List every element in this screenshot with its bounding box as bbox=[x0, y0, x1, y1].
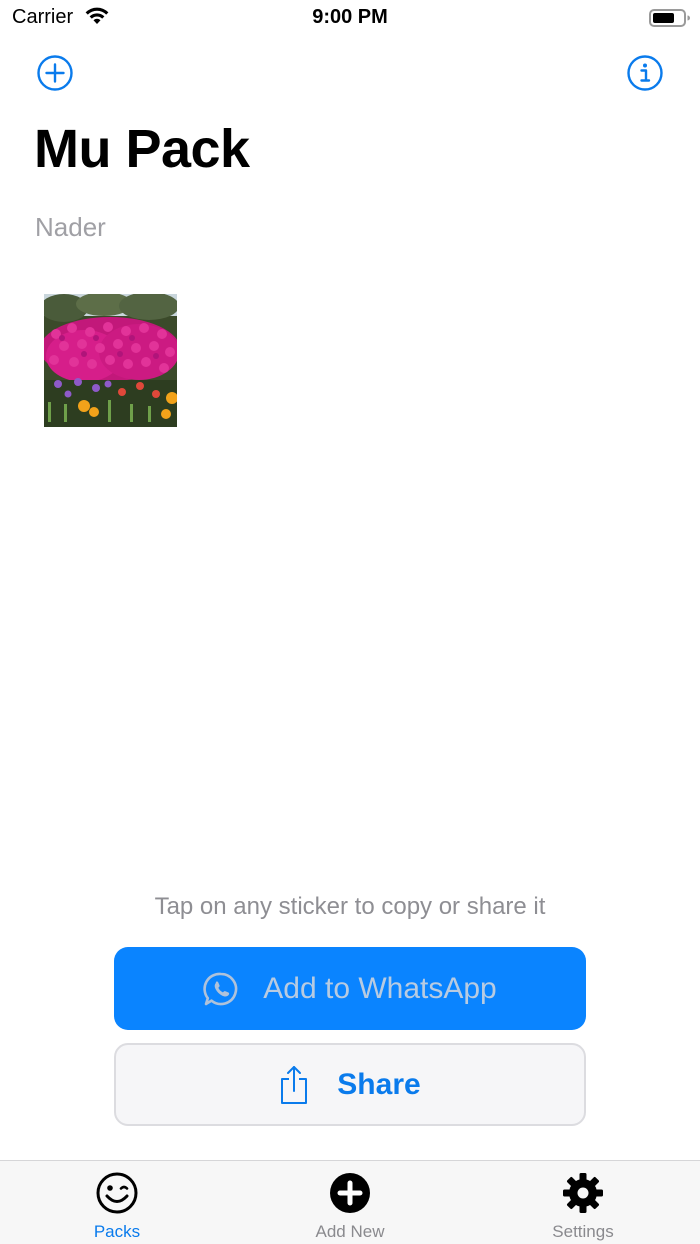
tab-add-new-label: Add New bbox=[315, 1222, 385, 1241]
whatsapp-icon bbox=[203, 972, 238, 1005]
tab-settings[interactable]: Settings bbox=[466, 1161, 700, 1244]
tab-packs-label: Packs bbox=[93, 1222, 141, 1241]
gear-icon bbox=[563, 1173, 603, 1213]
pack-author: Nader bbox=[35, 212, 106, 242]
add-to-whatsapp-label: Add to WhatsApp bbox=[263, 971, 497, 1005]
status-bar: Carrier 9:00 PM bbox=[0, 0, 700, 36]
tab-settings-label: Settings bbox=[552, 1222, 614, 1241]
tab-packs[interactable]: Packs bbox=[0, 1161, 234, 1244]
tab-bar: Packs Add New Settings bbox=[0, 1160, 700, 1244]
sticker-pack-screen: Carrier 9:00 PM Mu Pack Nader Tap on any… bbox=[0, 0, 700, 1244]
share-label: Share bbox=[337, 1067, 421, 1101]
plus-circle-icon[interactable] bbox=[36, 54, 74, 92]
smiley-icon bbox=[96, 1172, 138, 1214]
page-title: Mu Pack bbox=[34, 119, 250, 179]
tab-add-new[interactable]: Add New bbox=[233, 1161, 467, 1244]
battery-icon bbox=[649, 9, 690, 27]
plus-circle-filled-icon bbox=[330, 1173, 370, 1213]
hint-text: Tap on any sticker to copy or share it bbox=[154, 893, 546, 920]
info-circle-icon[interactable] bbox=[626, 54, 664, 92]
share-button[interactable]: Share bbox=[114, 1043, 586, 1126]
add-to-whatsapp-button[interactable]: Add to WhatsApp bbox=[114, 947, 586, 1030]
flowers-sticker[interactable] bbox=[44, 294, 177, 427]
share-icon bbox=[281, 1065, 308, 1104]
status-time: 9:00 PM bbox=[312, 6, 388, 28]
